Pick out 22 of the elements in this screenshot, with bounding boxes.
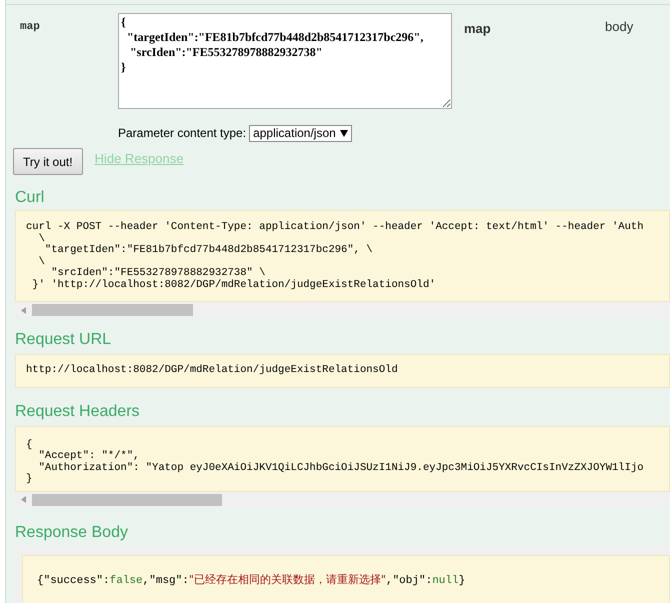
data-type-label: map [463, 20, 492, 38]
section-heading: Curl [14, 188, 46, 208]
scrollbar-thumb[interactable] [32, 494, 222, 506]
try-it-out-button[interactable]: Try it out! [13, 148, 83, 175]
scrollbar-thumb[interactable] [32, 304, 193, 316]
caret-icon [340, 130, 348, 136]
content-type-dropdown[interactable]: application/json [249, 124, 352, 142]
horizontal-scrollbar[interactable] [15, 302, 670, 318]
section-heading: Response Body [14, 522, 129, 542]
json-input-field[interactable]: { "targetIden":"FE81b7bfcd77b448d2b8541712317bc296", "srcIden":"FE553278978882932738" } [118, 13, 452, 109]
scroll-left-icon[interactable] [21, 306, 26, 314]
code-block: curl -X POST --header 'Content-Type: application/json' --header 'Accept: text/html' --header 'Auth \ "targetIden":"FE81b7bfcd77b448d2b8541712317bc296", \ \ "srcIden":"FE553278978882932738" \ }' 'http://localhost:8082/DGP/mdRelation/judgeExistRelationsOld' [15, 210, 670, 302]
scroll-left-icon[interactable] [21, 496, 26, 503]
content-type-label: Parameter content type: [118, 125, 246, 142]
section-heading: Request URL [14, 330, 112, 350]
horizontal-scrollbar[interactable] [15, 492, 670, 508]
parameter-name: map [19, 20, 41, 35]
section-heading: Request Headers [14, 402, 141, 422]
response-body-text: {"success":false,"msg":"已经存在相同的关联数据，请重新选择","obj":null} [22, 554, 670, 603]
code-block: { "Accept": "*/*", "Authorization": "Yatop eyJ0eXAiOiJKV1QiLCJhbGciOiJSUzI1NiJ9.eyJpc3MiOiJ5YXRvcCIsInVzZXJOYW1lIjo } [15, 426, 670, 492]
code-block: http://localhost:8082/DGP/mdRelation/judgeExistRelationsOld [15, 354, 670, 388]
parameter-type-label: body [605, 18, 634, 36]
